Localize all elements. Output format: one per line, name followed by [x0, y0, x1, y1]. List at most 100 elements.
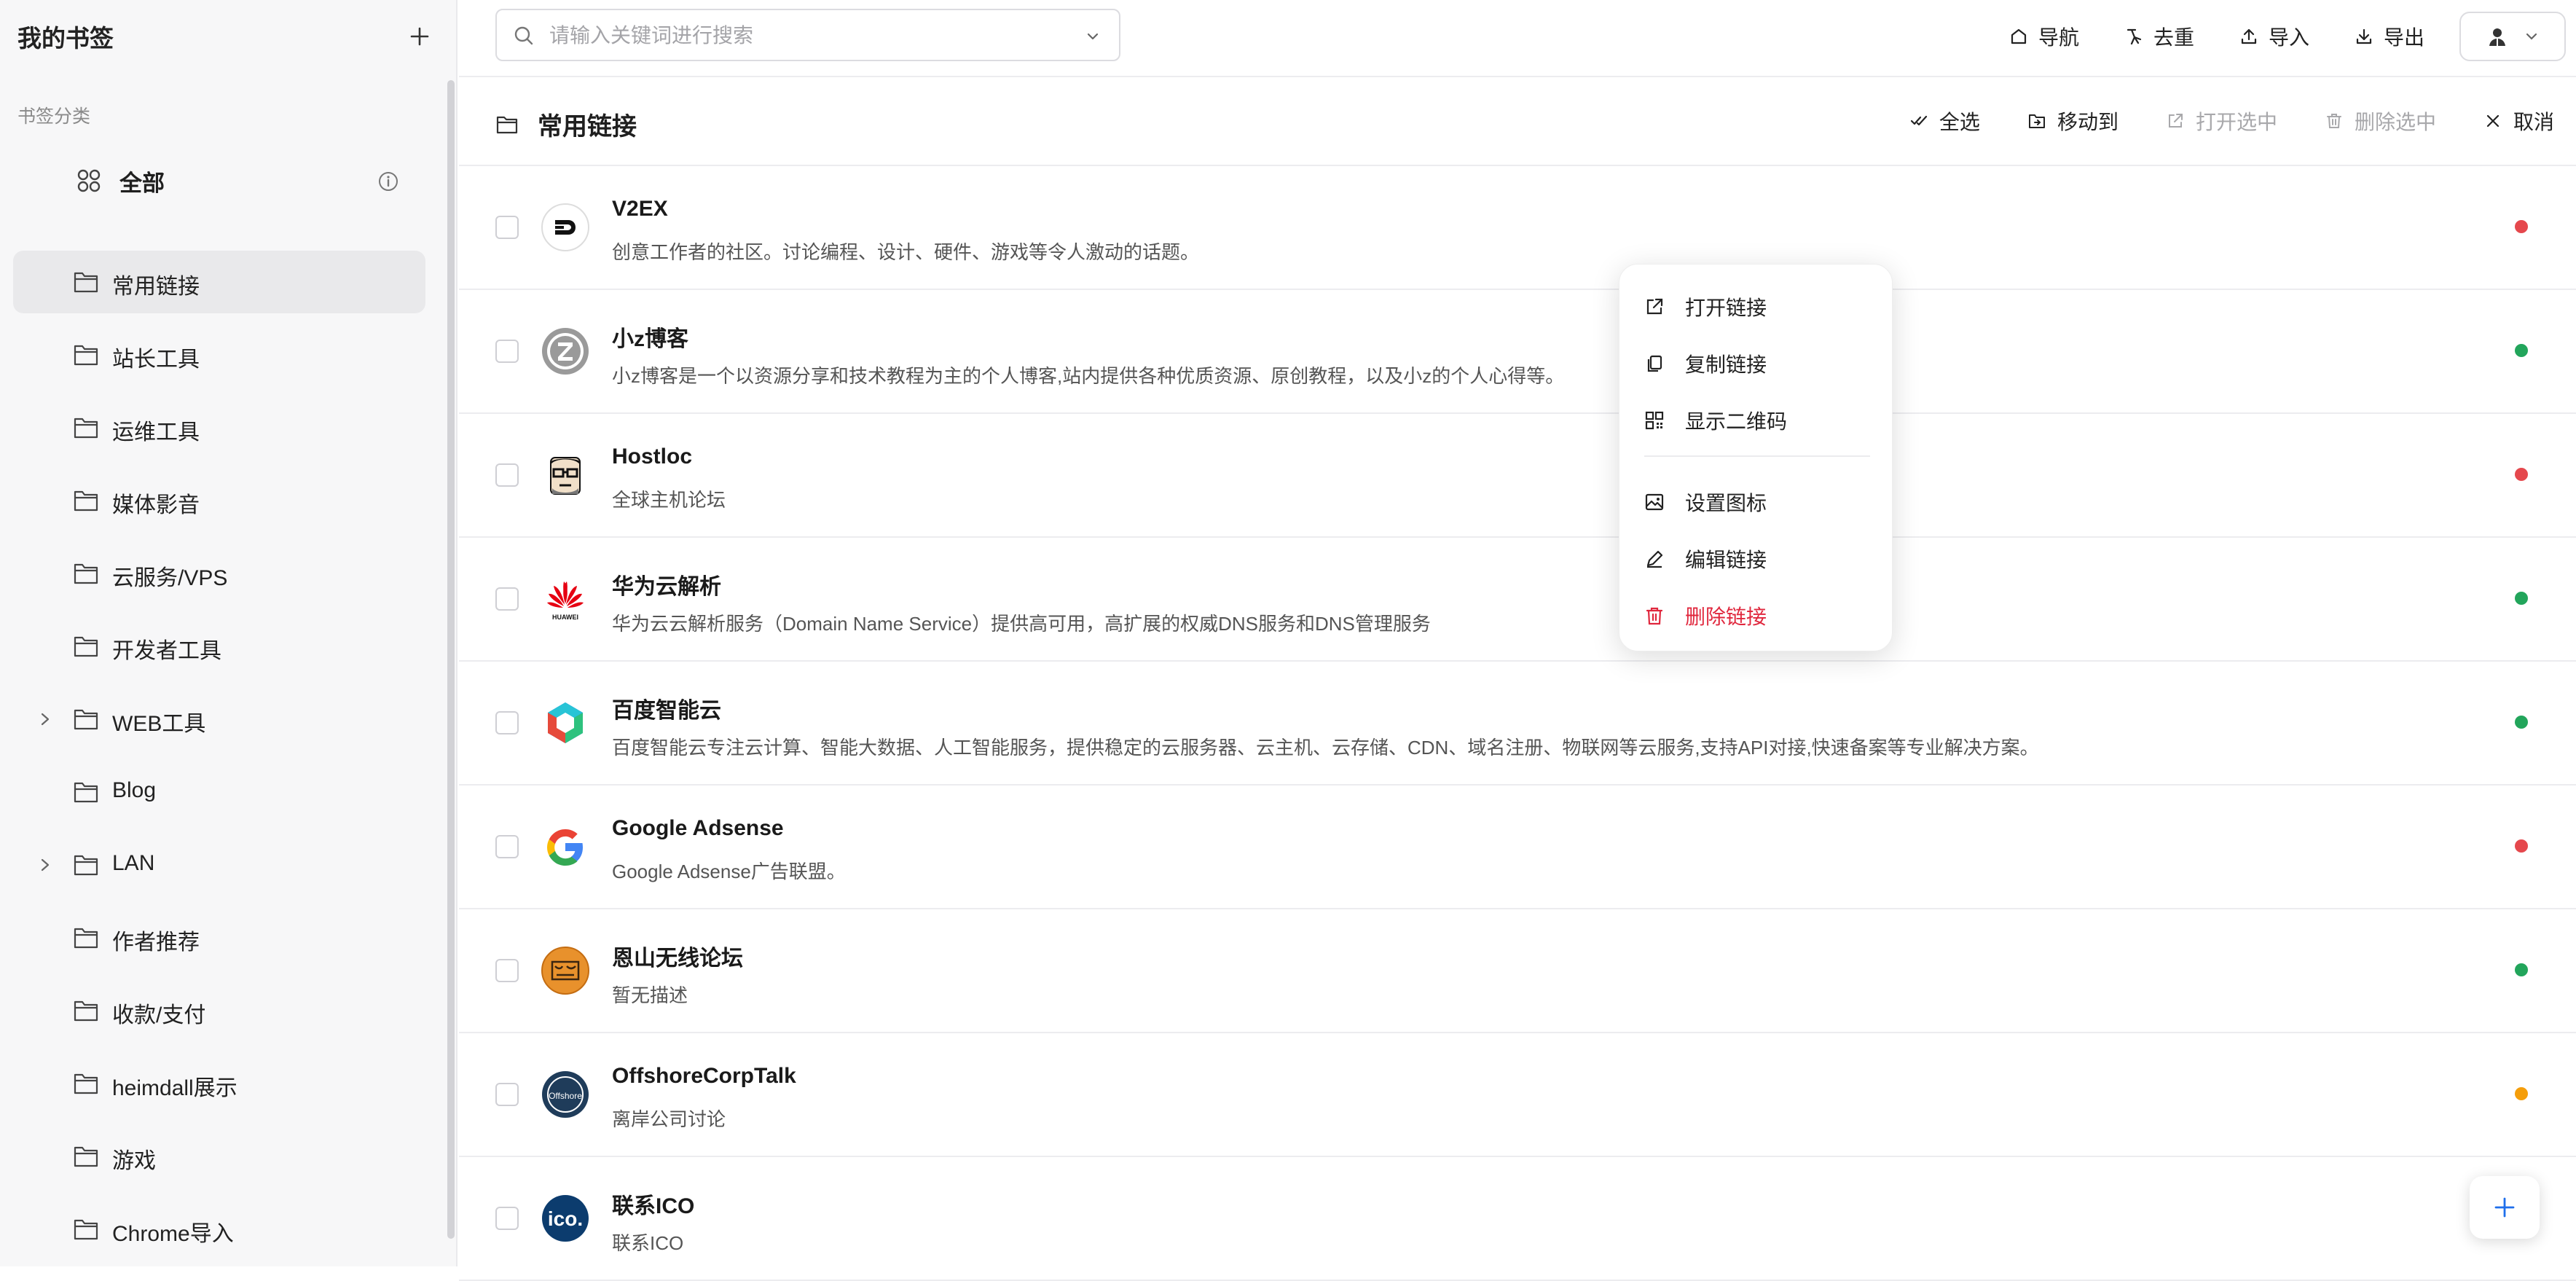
dedupe-label: 去重 [2153, 26, 2194, 49]
search-box[interactable] [495, 9, 1120, 61]
bookmark-checkbox[interactable] [495, 463, 519, 487]
sidebar-item-label: 常用链接 [112, 275, 200, 299]
delete-link-item[interactable]: 删除链接 [1644, 601, 1767, 630]
dedupe-button[interactable]: 去重 [2124, 22, 2194, 51]
bookmark-row[interactable]: 小z博客 小z博客是一个以资源分享和技术教程为主的个人博客,站内提供各种优质资源、… [459, 290, 2576, 414]
open-selected-label: 打开选中 [2195, 111, 2277, 133]
bookmark-checkbox[interactable] [495, 959, 519, 982]
menu-divider [1644, 455, 1870, 457]
bookmark-checkbox[interactable] [495, 587, 519, 611]
select-all-button[interactable]: 全选 [1910, 106, 1980, 136]
sidebar-item[interactable]: Chrome导入 [13, 1198, 425, 1261]
bookmark-row[interactable]: V2EX 创意工作者的社区。讨论编程、设计、硬件、游戏等令人激动的话题。 [459, 166, 2576, 290]
open-selected-button[interactable]: 打开选中 [2167, 106, 2277, 136]
search-input[interactable] [548, 20, 1046, 51]
chevron-right-icon[interactable] [36, 854, 54, 876]
bookmark-row[interactable]: 百度智能云 百度智能云专注云计算、智能大数据、人工智能服务，提供稳定的云服务器、云… [459, 662, 2576, 786]
open-link-item[interactable]: 打开链接 [1644, 292, 1767, 321]
bookmark-title[interactable]: Hostloc [612, 444, 692, 469]
bookmark-title[interactable]: Google Adsense [612, 816, 784, 841]
bookmark-title[interactable]: 小z博客 [612, 321, 688, 353]
nav-button[interactable]: 导航 [2009, 22, 2079, 51]
delete-selected-button[interactable]: 删除选中 [2325, 106, 2436, 136]
export-button[interactable]: 导出 [2355, 22, 2424, 51]
sidebar-item[interactable]: 收款/支付 [13, 979, 425, 1042]
bookmark-title[interactable]: 联系ICO [612, 1188, 694, 1220]
bookmark-checkbox[interactable] [495, 1207, 519, 1230]
bookmark-title[interactable]: V2EX [612, 197, 668, 222]
add-category-button[interactable] [401, 17, 439, 55]
sidebar-item[interactable]: 游戏 [13, 1125, 425, 1188]
bookmark-row[interactable]: Hostloc 全球主机论坛 [459, 414, 2576, 538]
sidebar-item-label: Chrome导入 [112, 1222, 234, 1246]
bookmark-checkbox[interactable] [495, 340, 519, 363]
bookmark-row[interactable]: Google Adsense Google Adsense广告联盟。 [459, 786, 2576, 909]
bookmark-row[interactable]: HUAWEI 华为云解析华为云云解析服务（Domain Name Service）… [459, 538, 2576, 662]
chevron-down-icon[interactable] [1085, 29, 1100, 44]
bookmark-title[interactable]: 恩山无线论坛 [612, 940, 743, 972]
bookmark-list: V2EX 创意工作者的社区。讨论编程、设计、硬件、游戏等令人激动的话题。 小z博客小… [459, 166, 2576, 1281]
bookmark-row[interactable]: ico. 联系ICO 联系ICO [459, 1157, 2576, 1281]
home-icon [2011, 28, 2027, 44]
chevron-right-icon[interactable] [36, 708, 54, 730]
bookmark-checkbox[interactable] [495, 1083, 519, 1106]
folder-icon [74, 636, 98, 657]
sidebar-item-all[interactable]: 全部 [13, 154, 421, 207]
sidebar-item[interactable]: WEB工具 [13, 688, 425, 751]
huawei-logo: HUAWEI [541, 574, 590, 624]
sidebar-item[interactable]: 媒体影音 [13, 469, 425, 532]
sidebar-scrollbar[interactable] [447, 80, 455, 1239]
sidebar-item[interactable]: 站长工具 [13, 324, 425, 386]
search-icon [514, 26, 533, 45]
edit-link-item[interactable]: 编辑链接 [1644, 544, 1767, 573]
copy-link-item[interactable]: 复制链接 [1644, 349, 1767, 378]
sidebar-item[interactable]: 常用链接 [13, 251, 425, 313]
trash-icon [1646, 607, 1663, 625]
sidebar-item[interactable]: 运维工具 [13, 396, 425, 459]
sidebar-item-label: WEB工具 [112, 712, 206, 736]
import-button[interactable]: 导入 [2239, 22, 2309, 51]
offshore-logo: Offshore [541, 1070, 590, 1119]
bookmark-checkbox[interactable] [495, 835, 519, 858]
folder-icon [74, 272, 98, 293]
folder-icon [74, 709, 98, 730]
bookmark-title[interactable]: 百度智能云 [612, 692, 721, 724]
user-menu-button[interactable] [2459, 12, 2566, 61]
section-label: 书签分类 [17, 106, 91, 127]
show-qr-item[interactable]: 显示二维码 [1644, 406, 1787, 435]
folder-icon [74, 1219, 98, 1240]
cancel-label: 取消 [2513, 111, 2554, 133]
sidebar-item[interactable]: Blog [13, 761, 425, 823]
bookmark-row[interactable]: Offshore OffshoreCorpTalk 离岸公司讨论 [459, 1033, 2576, 1157]
bookmark-row[interactable]: 恩山无线论坛 暂无描述 [459, 909, 2576, 1033]
status-dot [2515, 963, 2528, 976]
delete-selected-label: 删除选中 [2354, 111, 2436, 133]
bookmark-checkbox[interactable] [495, 711, 519, 734]
right-logo [541, 946, 590, 995]
svg-text:Offshore: Offshore [549, 1091, 582, 1101]
info-icon[interactable] [377, 171, 399, 192]
close-icon [2486, 114, 2500, 128]
move-to-label: 移动到 [2057, 111, 2118, 133]
hostloc-logo [541, 450, 590, 500]
bookmark-checkbox[interactable] [495, 216, 519, 239]
bookmark-description: 联系ICO [612, 1232, 684, 1254]
double-check-icon [1910, 115, 1928, 126]
cancel-button[interactable]: 取消 [2484, 106, 2554, 136]
sidebar-item[interactable]: 开发者工具 [13, 615, 425, 678]
avatar-icon [2489, 28, 2505, 46]
set-icon-item[interactable]: 设置图标 [1644, 487, 1767, 517]
bookmark-title[interactable]: 华为云解析 [612, 568, 721, 600]
folder-icon [74, 1000, 98, 1022]
folder-icon [74, 782, 98, 803]
bookmark-title[interactable]: OffshoreCorpTalk [612, 1064, 796, 1089]
add-bookmark-button[interactable] [2470, 1176, 2540, 1239]
sidebar-item-label: 运维工具 [112, 420, 200, 444]
sidebar-item[interactable]: 云服务/VPS [13, 542, 425, 605]
sidebar-item[interactable]: 作者推荐 [13, 906, 425, 969]
bookmark-description: 华为云云解析服务（Domain Name Service）提供高可用，高扩展的权… [612, 613, 1431, 635]
move-to-button[interactable]: 移动到 [2028, 106, 2118, 136]
sidebar-item[interactable]: heimdall展示 [13, 1052, 425, 1115]
sidebar-item[interactable]: LAN [13, 834, 425, 896]
image-icon [1645, 493, 1664, 511]
